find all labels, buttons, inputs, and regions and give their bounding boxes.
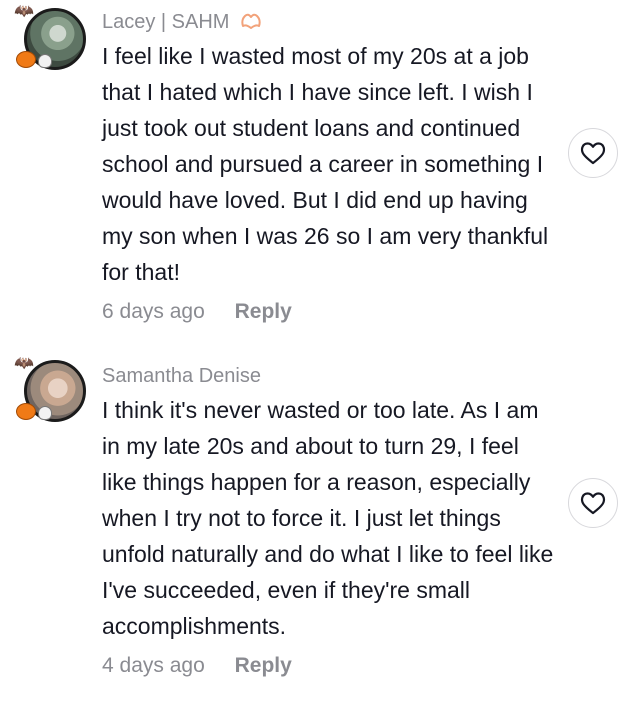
- avatar-halloween-frame[interactable]: 🦇: [14, 355, 92, 422]
- bat-icon: 🦇: [14, 3, 34, 20]
- heart-hands-icon: [241, 13, 261, 29]
- heart-outline-icon: [580, 142, 606, 165]
- comment-item: 🦇 Samantha Denise I think it's never was…: [0, 352, 640, 701]
- skull-icon: [38, 406, 52, 420]
- heart-outline-icon: [580, 492, 606, 515]
- reply-button[interactable]: Reply: [235, 298, 292, 326]
- comment-time: 4 days ago: [102, 654, 205, 677]
- comment-author-name[interactable]: Lacey | SAHM: [102, 11, 229, 33]
- avatar-halloween-frame[interactable]: 🦇: [14, 3, 92, 70]
- comment-content: Lacey | SAHM I feel like I wasted most o…: [102, 8, 557, 326]
- pumpkin-icon: [16, 51, 36, 68]
- comment-author[interactable]: Lacey | SAHM: [102, 8, 557, 36]
- comment-meta: 4 days ago Reply: [102, 652, 557, 680]
- like-button[interactable]: [568, 478, 618, 528]
- comment-content: Samantha Denise I think it's never waste…: [102, 362, 557, 680]
- comment-item: 🦇 Lacey | SAHM I feel like I wasted most…: [0, 0, 640, 340]
- skull-icon: [38, 54, 52, 68]
- pumpkin-icon: [16, 403, 36, 420]
- comment-time: 6 days ago: [102, 300, 205, 323]
- comment-author[interactable]: Samantha Denise: [102, 362, 557, 390]
- comment-author-name[interactable]: Samantha Denise: [102, 365, 261, 387]
- comment-text: I feel like I wasted most of my 20s at a…: [102, 43, 549, 285]
- comment-text: I think it's never wasted or too late. A…: [102, 397, 554, 639]
- comment-meta: 6 days ago Reply: [102, 298, 557, 326]
- like-button[interactable]: [568, 128, 618, 178]
- bat-icon: 🦇: [14, 355, 34, 372]
- reply-button[interactable]: Reply: [235, 652, 292, 680]
